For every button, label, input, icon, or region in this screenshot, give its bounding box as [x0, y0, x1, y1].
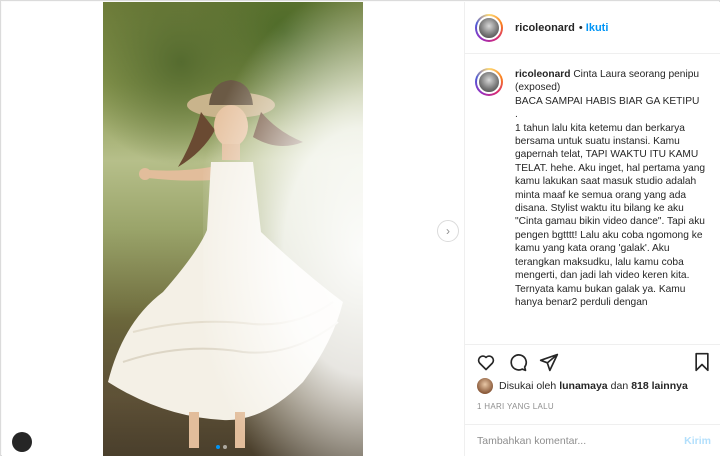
photo-light-flare — [203, 2, 363, 456]
carousel-indicator — [216, 445, 227, 449]
caption-line-dot: . — [515, 109, 518, 121]
post-modal: › ricoleonard • Ikuti ricoleonard Cinta … — [0, 0, 720, 456]
comment-input[interactable] — [477, 434, 685, 447]
bookmark-icon[interactable] — [691, 351, 713, 373]
post-photo[interactable] — [103, 2, 363, 456]
likes-prefix: Disukai oleh — [499, 380, 557, 392]
caption-username[interactable]: ricoleonard — [515, 69, 570, 80]
likes-user[interactable]: lunamaya — [559, 380, 607, 392]
likes-middle: dan — [610, 380, 629, 392]
post-comment-button[interactable]: Kirim — [684, 435, 711, 447]
comment-icon[interactable] — [507, 351, 529, 373]
carousel-dot — [223, 445, 227, 449]
avatar[interactable] — [475, 13, 503, 42]
likes-summary: Disukai oleh lunamaya dan 818 lainnya — [477, 378, 688, 394]
header-username[interactable]: ricoleonard — [515, 22, 575, 34]
post-header: ricoleonard • Ikuti — [465, 2, 720, 54]
caption-text: ricoleonard Cinta Laura seorang penipu (… — [515, 68, 713, 344]
caption-body: 1 tahun lalu kita ketemu dan berkarya be… — [515, 122, 708, 308]
header-separator: • — [578, 21, 583, 34]
liker-avatar[interactable] — [477, 378, 493, 394]
caption-avatar[interactable] — [475, 68, 503, 96]
media-area: › — [2, 2, 464, 456]
likes-others[interactable]: 818 lainnya — [631, 380, 688, 392]
user-tag-icon[interactable] — [12, 432, 32, 452]
post-actions — [465, 344, 720, 380]
post-sidebar: ricoleonard • Ikuti ricoleonard Cinta La… — [464, 2, 720, 456]
post-caption: ricoleonard Cinta Laura seorang penipu (… — [465, 58, 720, 344]
comment-box: Kirim — [465, 424, 720, 456]
chevron-right-icon[interactable]: › — [437, 220, 459, 242]
heart-icon[interactable] — [475, 351, 497, 373]
caption-line-warning: BACA SAMPAI HABIS BIAR GA KETIPU — [515, 95, 700, 107]
paper-plane-icon[interactable] — [538, 351, 560, 373]
carousel-dot-active — [216, 445, 220, 449]
post-timestamp[interactable]: 1 HARI YANG LALU — [477, 402, 554, 411]
follow-button[interactable]: Ikuti — [586, 22, 609, 34]
